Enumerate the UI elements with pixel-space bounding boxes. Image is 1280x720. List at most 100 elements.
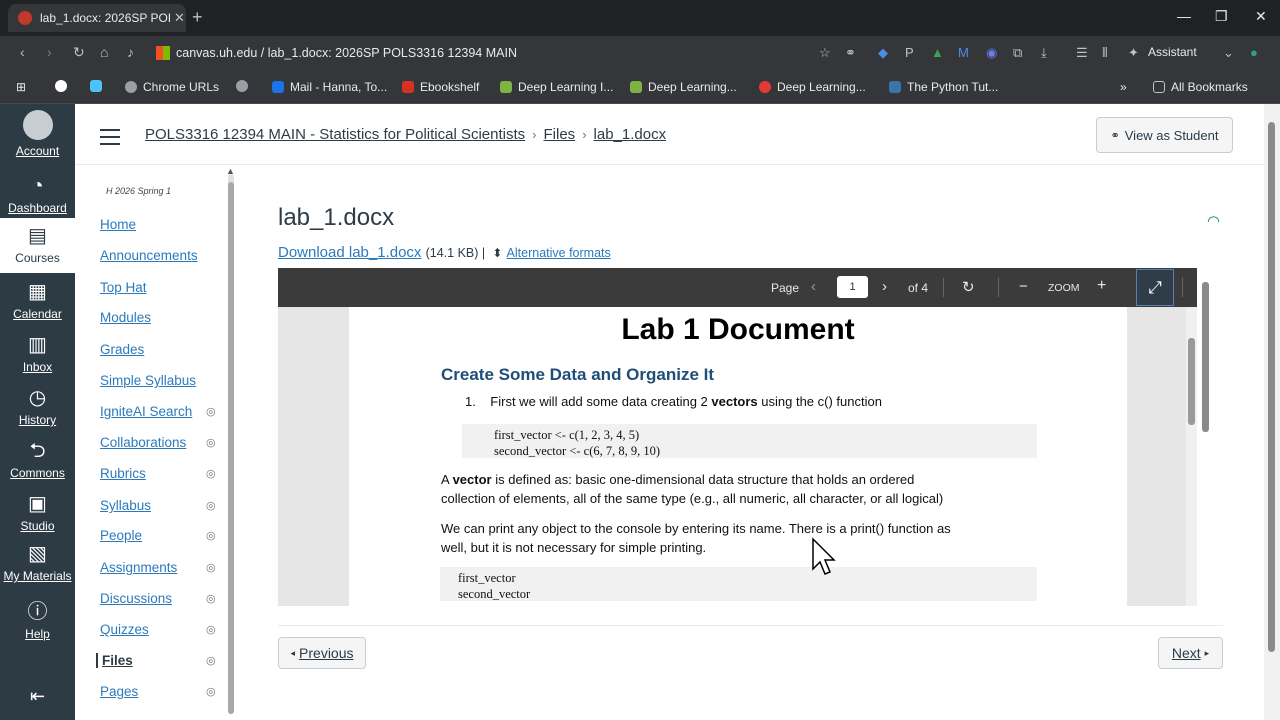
next-page-icon[interactable]: › bbox=[882, 278, 887, 295]
course-nav-announcements[interactable]: Announcements bbox=[100, 248, 198, 263]
studio-icon: ▣ bbox=[28, 493, 47, 515]
course-nav-grades[interactable]: Grades bbox=[100, 342, 144, 357]
url-field[interactable]: canvas.uh.edu / lab_1.docx: 2026SP POLS3… bbox=[156, 43, 517, 63]
course-nav-modules[interactable]: Modules bbox=[100, 310, 151, 325]
bookmark-chrome-urls[interactable]: Chrome URLs bbox=[125, 80, 219, 94]
all-bookmarks[interactable]: All Bookmarks bbox=[1153, 80, 1248, 94]
chevron-down-icon[interactable]: ⌄ bbox=[1223, 45, 1234, 61]
accessibility-gauge-icon[interactable]: ◠ bbox=[1207, 212, 1220, 230]
course-nav-up-arrow-icon[interactable]: ▲ bbox=[226, 166, 235, 176]
extension-circle-icon[interactable]: ◉ bbox=[986, 45, 997, 61]
viewer-scrollbar[interactable] bbox=[1199, 268, 1211, 606]
bookmark-star-icon[interactable]: ☆ bbox=[819, 45, 831, 61]
download-link[interactable]: Download lab_1.docx bbox=[278, 244, 421, 261]
doc-subheading: Create Some Data and Organize It bbox=[441, 365, 715, 384]
extension-icon[interactable]: ◆ bbox=[878, 45, 888, 61]
nav-commons[interactable]: ⮌ Commons bbox=[0, 439, 75, 480]
bookmark-deep-learning-2[interactable]: Deep Learning... bbox=[630, 80, 737, 94]
collapse-nav-icon[interactable]: ⇤ bbox=[0, 686, 75, 707]
breadcrumb-files[interactable]: Files bbox=[544, 126, 576, 143]
course-nav-igniteai-search[interactable]: IgniteAI Search bbox=[100, 404, 192, 419]
apps-grid-icon[interactable]: ⊞ bbox=[16, 80, 26, 94]
assistant-icon[interactable]: ✦ bbox=[1128, 45, 1139, 61]
globe-bookmark-icon[interactable] bbox=[236, 80, 254, 92]
prev-page-icon[interactable]: ‹ bbox=[811, 278, 816, 295]
breadcrumb-course[interactable]: POLS3316 12394 MAIN - Statistics for Pol… bbox=[145, 126, 525, 143]
link-icon[interactable]: ⚭ bbox=[845, 45, 856, 61]
fullscreen-icon[interactable]: ⤢ bbox=[1136, 269, 1174, 306]
nav-help[interactable]: ⓘ Help bbox=[0, 600, 75, 641]
rotate-icon[interactable]: ↻ bbox=[962, 278, 975, 296]
doc-text: is defined as: basic one-dimensional dat… bbox=[491, 472, 915, 487]
nav-dashboard[interactable]: ◔ Dashboard bbox=[0, 174, 75, 215]
new-tab-icon[interactable]: + bbox=[192, 7, 203, 28]
zoom-in-icon[interactable]: + bbox=[1097, 277, 1106, 295]
download-icon[interactable]: ⤓ bbox=[1041, 45, 1047, 61]
course-nav-people[interactable]: People bbox=[100, 528, 142, 543]
menu-list-icon[interactable]: ☰ bbox=[1076, 45, 1088, 61]
u-bookmark-icon[interactable] bbox=[90, 80, 108, 92]
page-scrollbar[interactable] bbox=[1264, 104, 1280, 720]
bookmark-label: Deep Learning... bbox=[777, 80, 866, 94]
course-nav-discussions[interactable]: Discussions bbox=[100, 591, 172, 606]
course-nav-rubrics[interactable]: Rubrics bbox=[100, 466, 146, 481]
nav-my-materials[interactable]: ▧ My Materials bbox=[0, 542, 75, 583]
browser-tab[interactable]: lab_1.docx: 2026SP POLS ✕ bbox=[8, 4, 186, 32]
code-line: first_vector bbox=[458, 571, 516, 585]
pocket-icon[interactable]: P bbox=[905, 45, 914, 60]
close-window-icon[interactable]: ✕ bbox=[1255, 8, 1267, 25]
close-tab-icon[interactable]: ✕ bbox=[174, 10, 185, 26]
document-scrollbar[interactable] bbox=[1186, 308, 1197, 606]
puzzle-icon[interactable]: ⧉ bbox=[1013, 45, 1022, 61]
course-nav-top-hat[interactable]: Top Hat bbox=[100, 280, 147, 295]
maximize-icon[interactable]: ❐ bbox=[1215, 8, 1228, 25]
next-label: Next bbox=[1171, 645, 1201, 661]
hidden-eye-icon: ◎ bbox=[206, 500, 216, 512]
doc-step-1: 1. First we will add some data creating … bbox=[465, 392, 882, 411]
forward-icon[interactable]: › bbox=[47, 44, 52, 60]
course-nav-collaborations[interactable]: Collaborations bbox=[100, 435, 186, 450]
alternative-formats-link[interactable]: Alternative formats bbox=[507, 246, 611, 260]
course-nav-quizzes[interactable]: Quizzes bbox=[100, 622, 149, 637]
nav-studio[interactable]: ▣ Studio bbox=[0, 492, 75, 533]
drive-icon[interactable]: ▲ bbox=[931, 45, 944, 60]
view-as-student-button[interactable]: ⚭ View as Student bbox=[1096, 117, 1233, 153]
bookmark-deep-learning-1[interactable]: Deep Learning I... bbox=[500, 80, 613, 94]
more-bookmarks-icon[interactable]: » bbox=[1120, 80, 1127, 94]
nav-courses[interactable]: ▤ Courses bbox=[0, 218, 75, 273]
menu-hamburger-icon[interactable] bbox=[100, 129, 120, 150]
nav-calendar[interactable]: ▦ Calendar bbox=[0, 280, 75, 321]
course-nav-home[interactable]: Home bbox=[100, 217, 136, 232]
profile-icon[interactable]: ● bbox=[1250, 45, 1258, 60]
doc-vector-definition: A vector is defined as: basic one-dimens… bbox=[441, 470, 943, 508]
page-number-input[interactable]: 1 bbox=[837, 276, 868, 298]
course-nav-simple-syllabus[interactable]: Simple Syllabus bbox=[100, 373, 196, 388]
bookmark-ebookshelf[interactable]: Ebookshelf bbox=[402, 80, 479, 94]
nav-history[interactable]: ◷ History bbox=[0, 386, 75, 427]
reload-icon[interactable]: ↻ bbox=[73, 44, 85, 61]
course-nav-scrollbar[interactable] bbox=[228, 174, 234, 714]
alt-formats-icon: ⬍ bbox=[492, 246, 503, 260]
home-icon[interactable]: ⌂ bbox=[100, 44, 108, 60]
breadcrumb-file[interactable]: lab_1.docx bbox=[594, 126, 667, 143]
previous-button[interactable]: ◂ Previous bbox=[278, 637, 366, 669]
bookmark-python-tutorial[interactable]: The Python Tut... bbox=[889, 80, 998, 94]
extension-m-icon[interactable]: M bbox=[958, 45, 969, 60]
zoom-out-icon[interactable]: − bbox=[1019, 278, 1028, 295]
course-nav-syllabus[interactable]: Syllabus bbox=[100, 498, 151, 513]
nav-account[interactable]: Account bbox=[0, 110, 75, 158]
next-button[interactable]: Next ▸ bbox=[1158, 637, 1223, 669]
audio-icon[interactable]: ⦀ bbox=[1102, 45, 1108, 61]
nav-commons-label: Commons bbox=[10, 466, 65, 480]
bookmark-mail[interactable]: Mail - Hanna, To... bbox=[272, 80, 387, 94]
bookmark-deep-learning-3[interactable]: Deep Learning... bbox=[759, 80, 866, 94]
course-nav-assignments[interactable]: Assignments bbox=[100, 560, 177, 575]
microphone-icon[interactable]: ♪ bbox=[127, 44, 134, 60]
nav-inbox[interactable]: ▥ Inbox bbox=[0, 333, 75, 374]
back-icon[interactable]: ‹ bbox=[20, 44, 25, 60]
course-nav-pages[interactable]: Pages bbox=[100, 684, 138, 699]
minimize-icon[interactable]: — bbox=[1177, 8, 1191, 24]
course-nav-files[interactable]: Files bbox=[96, 653, 133, 668]
assistant-label[interactable]: Assistant bbox=[1148, 45, 1197, 59]
google-bookmark-icon[interactable] bbox=[55, 80, 73, 92]
